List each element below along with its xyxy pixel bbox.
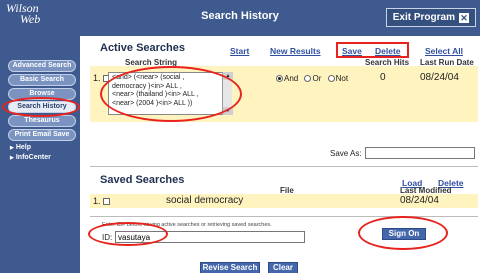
nav-print-email-save[interactable]: Print Email Save — [8, 129, 76, 141]
nav-infocenter-link[interactable]: InfoCenter — [10, 154, 51, 161]
search-string-scrollbar[interactable]: ▲ ▼ — [222, 72, 233, 115]
search-string-box[interactable]: <and> (<near> (social , democracy )<in> … — [108, 72, 232, 115]
id-label: ID: — [102, 233, 113, 242]
radio-not[interactable] — [327, 75, 335, 83]
id-hint-text: Enter ID# before saving active searches … — [102, 222, 272, 228]
search-hits-value: 0 — [380, 72, 386, 83]
nav-thesaurus[interactable]: Thesaurus — [8, 115, 76, 127]
main-content: Active Searches Start New Results Save D… — [80, 36, 480, 273]
sign-on-button[interactable]: Sign On — [382, 228, 426, 240]
divider — [90, 166, 478, 167]
last-run-date-value: 08/24/04 — [420, 72, 459, 83]
id-input[interactable] — [115, 231, 305, 243]
nav-basic-search[interactable]: Basic Search — [8, 74, 76, 86]
active-searches-title: Active Searches — [100, 42, 185, 54]
nav-advanced-search[interactable]: Advanced Search — [8, 60, 76, 72]
app-window: Wilson Web Search History Exit Program ✕ A… — [0, 0, 480, 273]
close-icon: ✕ — [459, 12, 469, 23]
radio-and[interactable] — [276, 75, 283, 83]
page-title: Search History — [201, 10, 279, 22]
saved-modified-date: 08/24/04 — [400, 195, 439, 206]
exit-program-button[interactable]: Exit Program ✕ — [385, 8, 476, 27]
radio-or[interactable] — [304, 75, 312, 83]
saved-row-number: 1. — [93, 196, 111, 206]
new-results-button[interactable]: New Results — [270, 46, 321, 56]
nav-search-history[interactable]: Search History — [8, 101, 76, 113]
clear-button[interactable]: Clear — [268, 262, 298, 273]
save-as-label: Save As: — [330, 149, 362, 158]
sidebar: Advanced Search Basic Search Browse Sear… — [0, 36, 80, 273]
saved-searches-title: Saved Searches — [100, 174, 185, 186]
nav-browse[interactable]: Browse — [8, 88, 76, 100]
save-button[interactable]: Save — [342, 46, 362, 56]
revise-search-button[interactable]: Revise Search — [200, 262, 260, 273]
operator-radios: And Or Not — [276, 74, 348, 83]
wilsonweb-logo: Wilson Web — [6, 1, 41, 26]
save-as-input[interactable] — [365, 147, 475, 159]
saved-row-checkbox[interactable] — [103, 198, 111, 206]
top-bar: Wilson Web Search History Exit Program ✕ — [0, 0, 480, 36]
start-button[interactable]: Start — [230, 46, 249, 56]
saved-file-name[interactable]: social democracy — [166, 195, 243, 206]
select-all-button[interactable]: Select All — [425, 46, 463, 56]
divider — [90, 216, 478, 217]
nav-help-link[interactable]: Help — [10, 144, 31, 151]
delete-button[interactable]: Delete — [375, 46, 401, 56]
